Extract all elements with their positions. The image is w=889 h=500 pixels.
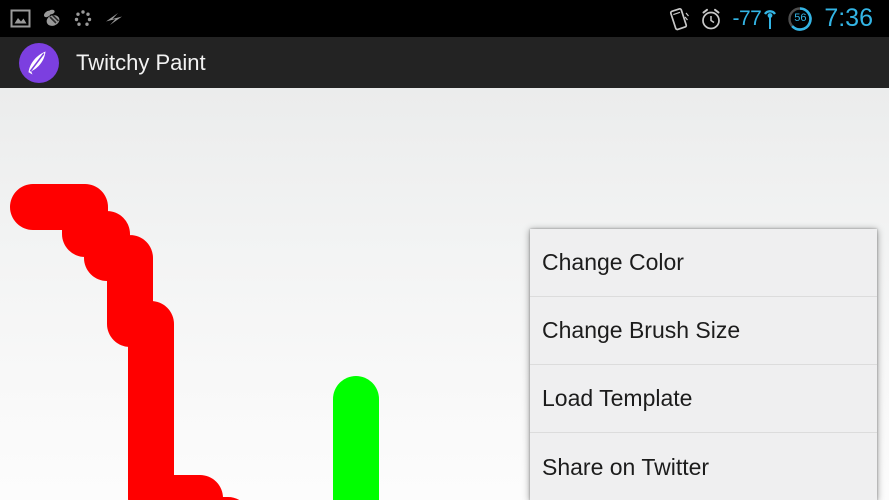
overflow-menu[interactable]: Change Color Change Brush Size Load Temp…	[530, 229, 877, 500]
bee-icon	[41, 8, 63, 29]
status-bar-system-icons[interactable]: -77 56 7:36	[668, 6, 881, 32]
menu-item-label: Change Color	[542, 249, 684, 275]
menu-item-label: Load Template	[542, 385, 693, 411]
menu-item-change-color[interactable]: Change Color	[530, 229, 877, 297]
app-bar: Twitchy Paint	[0, 37, 889, 88]
status-bar-clock: 7:36	[824, 4, 873, 32]
menu-item-share-on-twitter[interactable]: Share on Twitter	[530, 433, 877, 500]
signal-strength-value: -77	[732, 7, 762, 30]
red-stroke	[10, 184, 240, 500]
status-bar[interactable]: -77 56 7:36	[0, 0, 889, 37]
vibrate-icon	[668, 7, 690, 31]
menu-item-label: Change Brush Size	[542, 317, 741, 343]
battery-circle-icon: 56	[787, 6, 813, 32]
signal-strength-indicator: -77	[732, 6, 778, 32]
signal-antenna-icon	[762, 6, 778, 32]
menu-item-label: Share on Twitter	[542, 453, 710, 480]
charging-bolt-icon	[103, 9, 125, 29]
app-title: Twitchy Paint	[76, 49, 206, 75]
twitchy-paint-app-icon[interactable]	[18, 42, 60, 84]
menu-item-change-brush-size[interactable]: Change Brush Size	[530, 297, 877, 365]
status-bar-notifications[interactable]	[10, 8, 125, 29]
sync-dots-icon	[73, 9, 93, 29]
android-app-screen: -77 56 7:36 Twitchy Paint Change Color C…	[0, 0, 889, 500]
battery-percent-label: 56	[794, 12, 807, 24]
screenshot-image-icon	[10, 8, 31, 29]
menu-item-load-template[interactable]: Load Template	[530, 365, 877, 433]
alarm-clock-icon	[699, 7, 723, 31]
